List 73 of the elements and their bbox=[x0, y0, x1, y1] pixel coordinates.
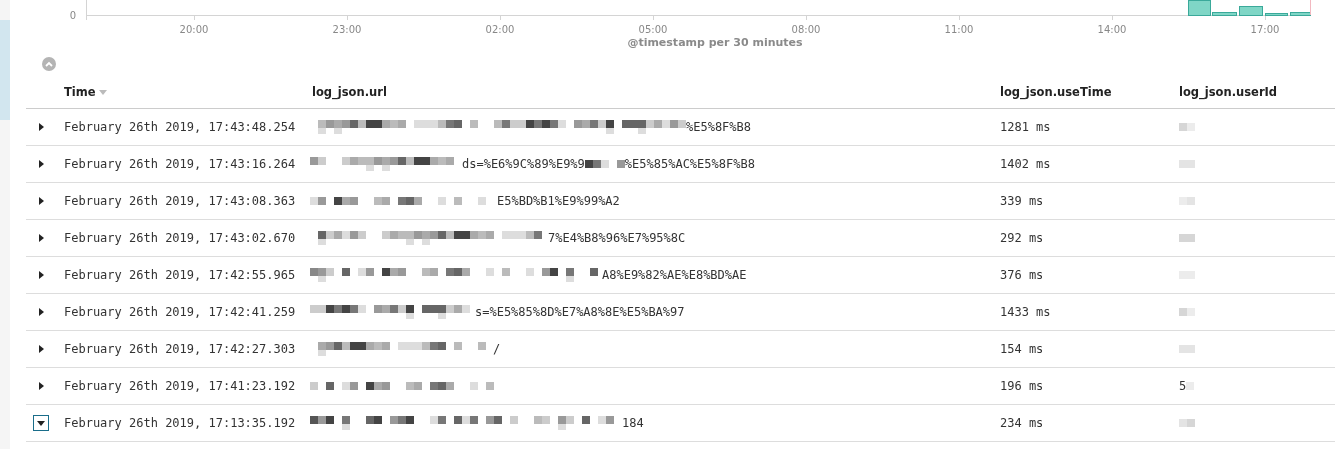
table-cell: ds=%E6%9C%89%E9%9 bbox=[462, 157, 585, 171]
caret-down-icon bbox=[37, 420, 45, 426]
column-header[interactable]: log_json.url bbox=[312, 85, 387, 99]
x-tick-label: 14:00 bbox=[1097, 24, 1127, 35]
table-cell: 292 ms bbox=[1000, 231, 1044, 245]
redaction-drawing bbox=[1179, 123, 1195, 131]
tick-mark bbox=[194, 14, 195, 21]
table-cell: February 26th 2019, 17:43:48.254 bbox=[64, 120, 296, 134]
tick-mark bbox=[500, 14, 501, 21]
x-tick-label: 02:00 bbox=[485, 24, 515, 35]
table-cell: 1402 ms bbox=[1000, 157, 1051, 171]
tick-mark bbox=[1112, 14, 1113, 21]
histogram-bar bbox=[1265, 13, 1288, 16]
tick-mark bbox=[1265, 14, 1266, 21]
x-tick-label: 11:00 bbox=[944, 24, 974, 35]
table-cell: February 26th 2019, 17:42:55.965 bbox=[64, 268, 296, 282]
redaction-drawing bbox=[1179, 419, 1195, 427]
caret-right-icon bbox=[38, 234, 44, 242]
column-header[interactable]: log_json.userId bbox=[1179, 85, 1278, 99]
caret-right-icon bbox=[38, 382, 44, 390]
caret-right-icon bbox=[38, 123, 44, 131]
x-tick-label: 08:00 bbox=[791, 24, 821, 35]
x-tick-label: 17:00 bbox=[1250, 24, 1280, 35]
tick-mark bbox=[806, 14, 807, 21]
axis-title: @timestamp per 30 minutes bbox=[627, 36, 803, 49]
caret-right-icon bbox=[38, 197, 44, 205]
table-cell: 5 bbox=[1179, 379, 1187, 393]
x-tick-label: 05:00 bbox=[638, 24, 668, 35]
redaction-drawing bbox=[1179, 308, 1195, 316]
table-cell: 154 ms bbox=[1000, 342, 1044, 356]
tick-mark bbox=[347, 14, 348, 21]
caret-right-icon bbox=[38, 308, 44, 316]
table-cell: 1433 ms bbox=[1000, 305, 1051, 319]
histogram-bar bbox=[1290, 12, 1311, 16]
table-cell: February 26th 2019, 17:13:35.192 bbox=[64, 416, 296, 430]
table-cell: 184 bbox=[622, 416, 644, 430]
table-cell: February 26th 2019, 17:42:27.303 bbox=[64, 342, 296, 356]
table-cell: February 26th 2019, 17:43:08.363 bbox=[64, 194, 296, 208]
table-cell: 376 ms bbox=[1000, 268, 1044, 282]
expand-toggle[interactable] bbox=[33, 415, 49, 431]
table-cell: %E5%85%AC%E5%8F%B8 bbox=[624, 157, 755, 171]
tick-mark bbox=[653, 14, 654, 21]
redaction-drawing bbox=[1179, 345, 1195, 353]
y-tick-label: 0 bbox=[69, 10, 76, 21]
x-tick-label: 20:00 bbox=[179, 24, 209, 35]
table-cell: February 26th 2019, 17:41:23.192 bbox=[64, 379, 296, 393]
redaction-drawing bbox=[1179, 160, 1195, 168]
caret-right-icon bbox=[38, 271, 44, 279]
table-cell: 7%E4%B8%96%E7%95%8C bbox=[548, 231, 686, 245]
tick-mark bbox=[959, 14, 960, 21]
table-cell: 339 ms bbox=[1000, 194, 1044, 208]
column-header[interactable]: Time bbox=[64, 85, 96, 99]
chevron-up-icon bbox=[45, 61, 53, 67]
caret-right-icon bbox=[38, 160, 44, 168]
table-cell: %E5%8F%B8 bbox=[686, 120, 752, 134]
redaction-drawing bbox=[1179, 234, 1195, 242]
time-marker bbox=[1310, 0, 1311, 16]
table-cell: 234 ms bbox=[1000, 416, 1044, 430]
caret-right-icon bbox=[38, 345, 44, 353]
table-cell: February 26th 2019, 17:42:41.259 bbox=[64, 305, 296, 319]
table-cell: February 26th 2019, 17:43:02.670 bbox=[64, 231, 296, 245]
x-tick-label: 23:00 bbox=[332, 24, 362, 35]
table-cell: February 26th 2019, 17:43:16.264 bbox=[64, 157, 296, 171]
column-header[interactable]: log_json.useTime bbox=[1000, 85, 1112, 99]
table-cell: E5%BD%B1%E9%99%A2 bbox=[497, 194, 620, 208]
table-cell: 196 ms bbox=[1000, 379, 1044, 393]
histogram-bar bbox=[1239, 6, 1263, 16]
redaction-drawing bbox=[584, 160, 625, 168]
table-cell: 1281 ms bbox=[1000, 120, 1051, 134]
redaction-drawing bbox=[1179, 197, 1195, 205]
table-cell: / bbox=[493, 342, 501, 356]
table-cell: A8%E9%82%AE%E8%BD%AE bbox=[602, 268, 747, 282]
table-cell: s=%E5%85%8D%E7%A8%8E%E5%BA%97 bbox=[475, 305, 685, 319]
